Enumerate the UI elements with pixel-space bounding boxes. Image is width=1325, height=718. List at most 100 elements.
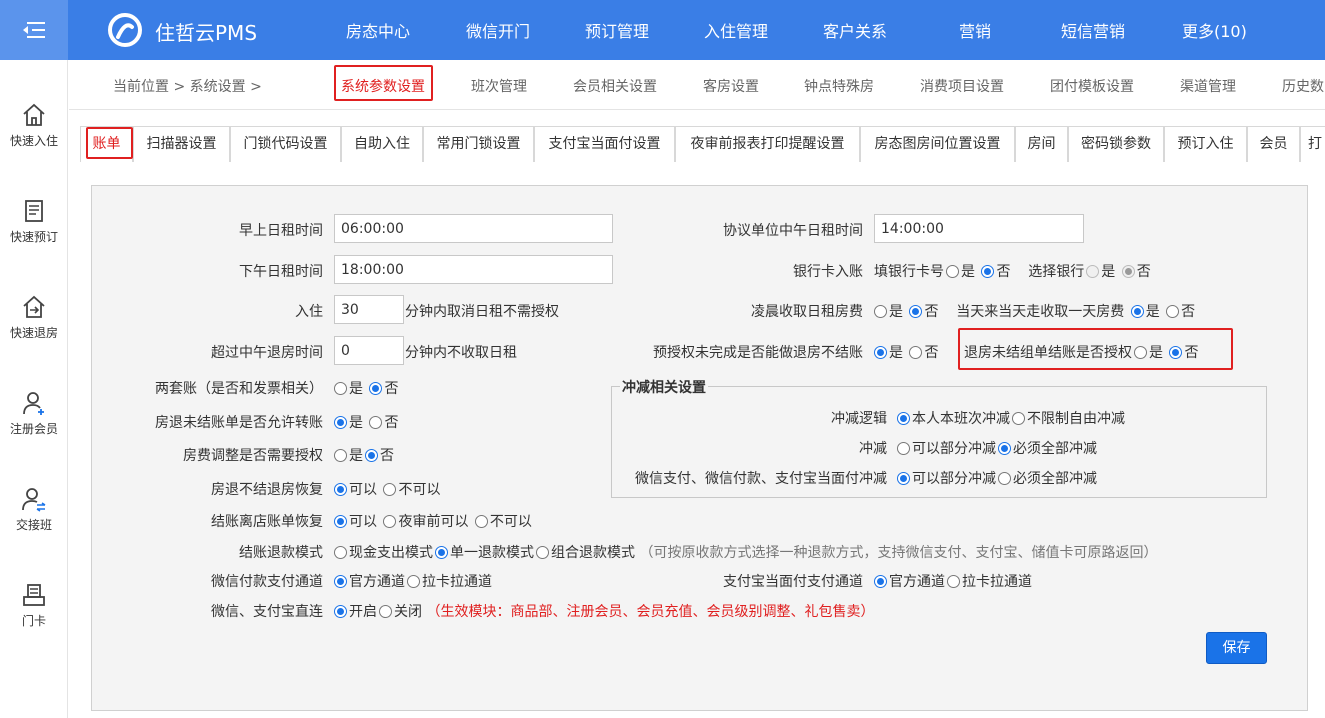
nav-sms[interactable]: 短信营销 (1061, 18, 1125, 42)
roomfee-yes-radio[interactable] (334, 449, 347, 462)
alipay-lakala-radio[interactable] (947, 575, 960, 588)
tab-shift-management[interactable]: 班次管理 (471, 76, 527, 96)
tab-room-settings[interactable]: 客房设置 (703, 76, 759, 96)
transfer-yes-radio[interactable] (334, 416, 347, 429)
mode-full-radio[interactable] (998, 442, 1011, 455)
sidebar-item-quick-checkin[interactable]: 快速入住 (0, 102, 68, 182)
direct-connect-note: （生效模块：商品部、注册会员、会员充值、会员级别调整、礼包售卖） (426, 604, 875, 620)
tab-consumption-items[interactable]: 消费项目设置 (920, 76, 1004, 96)
highlight-box (334, 65, 433, 101)
sidebar-item-register-member[interactable]: 注册会员 (0, 390, 68, 470)
logic-self-shift-radio[interactable] (897, 412, 910, 425)
nav-room-status[interactable]: 房态中心 (346, 18, 410, 42)
subtab-alipay[interactable]: 支付宝当面付设置 (534, 126, 675, 162)
tab-channel-management[interactable]: 渠道管理 (1180, 76, 1236, 96)
nav-customer[interactable]: 客户关系 (823, 18, 887, 42)
subtab-scanner[interactable]: 扫描器设置 (133, 126, 230, 162)
nav-booking[interactable]: 预订管理 (585, 18, 649, 42)
morning-rent-label: 早上日租时间 (239, 223, 323, 239)
sidebar-item-quick-booking[interactable]: 快速预订 (0, 198, 68, 278)
two-bills-no-radio[interactable] (369, 382, 383, 395)
subtab-self-checkin[interactable]: 自助入住 (341, 126, 423, 162)
direct-connect-label: 微信、支付宝直连 (211, 604, 323, 620)
subtab-booking-checkin[interactable]: 预订入住 (1164, 126, 1247, 162)
checkin-label: 入住 (295, 304, 323, 320)
dawn-yes-radio[interactable] (874, 305, 887, 318)
direct-on-radio[interactable] (334, 605, 347, 618)
restore-can-radio[interactable] (334, 483, 347, 496)
subtab-common-lock[interactable]: 常用门锁设置 (423, 126, 534, 162)
refund-single-radio[interactable] (435, 546, 448, 559)
bank-select-no-radio[interactable] (1121, 265, 1135, 278)
brand-logo-icon (108, 13, 142, 47)
logic-unrestricted-radio[interactable] (1012, 412, 1025, 425)
refund-mode-options: 现金支出模式 单一退款模式 组合退款模式 （可按原收款方式选择一种退款方式，支持微信… (332, 542, 1157, 562)
refund-note: （可按原收款方式选择一种退款方式，支持微信支付、支付宝、储值卡可原路返回） (639, 545, 1158, 561)
restore-cannot-radio[interactable] (383, 483, 397, 496)
tab-member-settings[interactable]: 会员相关设置 (573, 76, 657, 96)
store-before-audit-radio[interactable] (383, 515, 397, 528)
tab-history[interactable]: 历史数 (1282, 76, 1324, 96)
nav-more[interactable]: 更多(10) (1182, 18, 1247, 42)
booking-icon (25, 200, 43, 222)
sub-tab-bar: 账单 扫描器设置 门锁代码设置 自助入住 常用门锁设置 支付宝当面付设置 夜审前… (80, 126, 1325, 162)
mode-partial-radio[interactable] (897, 442, 910, 455)
alipay-official-radio[interactable] (874, 575, 887, 588)
noon-minutes-input[interactable] (334, 336, 404, 365)
bank-fill-yes-radio[interactable] (946, 265, 959, 278)
subtab-room-map-position[interactable]: 房态图房间位置设置 (860, 126, 1015, 162)
wx-lakala-radio[interactable] (407, 575, 420, 588)
bank-card-options: 填银行卡号是 否 选择银行是 否 (874, 264, 1151, 280)
restore-options: 可以 不可以 (332, 479, 440, 499)
store-can-radio[interactable] (334, 515, 347, 528)
menu-toggle-button[interactable] (0, 0, 68, 60)
transfer-no-radio[interactable] (369, 416, 383, 429)
store-restore-options: 可以 夜审前可以 不可以 (332, 511, 532, 531)
subtab-lock-code[interactable]: 门锁代码设置 (230, 126, 341, 162)
protocol-rent-input[interactable] (874, 214, 1084, 243)
tab-hourly-room[interactable]: 钟点特殊房 (804, 76, 874, 96)
transfer-label: 房退未结账单是否允许转账 (155, 415, 323, 431)
sameday-yes-radio[interactable] (1130, 305, 1144, 318)
save-button[interactable]: 保存 (1206, 632, 1267, 664)
refund-combined-radio[interactable] (536, 546, 549, 559)
pay-full-radio[interactable] (998, 472, 1011, 485)
roomfee-no-radio[interactable] (365, 449, 378, 462)
refund-cash-radio[interactable] (334, 546, 347, 559)
direct-off-radio[interactable] (379, 605, 392, 618)
bank-fill-no-radio[interactable] (981, 265, 995, 278)
sidebar-item-shift[interactable]: 交接班 (0, 486, 68, 566)
subtab-room[interactable]: 房间 (1015, 126, 1068, 162)
bank-card-label: 银行卡入账 (793, 264, 863, 280)
sidebar-item-door-card[interactable]: 门卡 (0, 582, 68, 662)
noon-checkout-label: 超过中午退房时间 (211, 345, 323, 361)
two-bills-label: 两套账（是否和发票相关） (155, 381, 323, 397)
nav-marketing[interactable]: 营销 (959, 18, 991, 42)
tab-group-payment-template[interactable]: 团付模板设置 (1050, 76, 1134, 96)
sidebar-item-label: 快速入住 (9, 134, 58, 148)
two-bills-options: 是 否 (332, 378, 398, 398)
afternoon-rent-input[interactable] (334, 255, 613, 284)
subtab-member[interactable]: 会员 (1247, 126, 1300, 162)
subtab-night-audit-print[interactable]: 夜审前报表打印提醒设置 (675, 126, 860, 162)
preauth-no-radio[interactable] (909, 346, 923, 359)
pay-partial-radio[interactable] (897, 472, 910, 485)
checkin-minutes-input[interactable] (334, 295, 404, 324)
nav-checkin[interactable]: 入住管理 (704, 18, 768, 42)
highlight-box (86, 127, 133, 159)
nav-wechat-door[interactable]: 微信开门 (466, 18, 530, 42)
wx-official-radio[interactable] (334, 575, 347, 588)
sidebar-item-label: 注册会员 (9, 422, 58, 436)
breadcrumb: 当前位置 > 系统设置 > (113, 79, 262, 95)
store-cannot-radio[interactable] (474, 515, 488, 528)
dawn-no-radio[interactable] (909, 305, 923, 318)
subtab-print[interactable]: 打 (1300, 126, 1325, 162)
sameday-no-radio[interactable] (1166, 305, 1180, 318)
subtab-password-lock[interactable]: 密码锁参数 (1068, 126, 1164, 162)
morning-rent-input[interactable] (334, 214, 613, 243)
preauth-label: 预授权未完成是否能做退房不结账 (653, 345, 863, 361)
preauth-yes-radio[interactable] (874, 346, 887, 359)
two-bills-yes-radio[interactable] (334, 382, 347, 395)
sidebar-item-quick-checkout[interactable]: 快速退房 (0, 294, 68, 374)
bank-select-yes-radio[interactable] (1086, 265, 1100, 278)
